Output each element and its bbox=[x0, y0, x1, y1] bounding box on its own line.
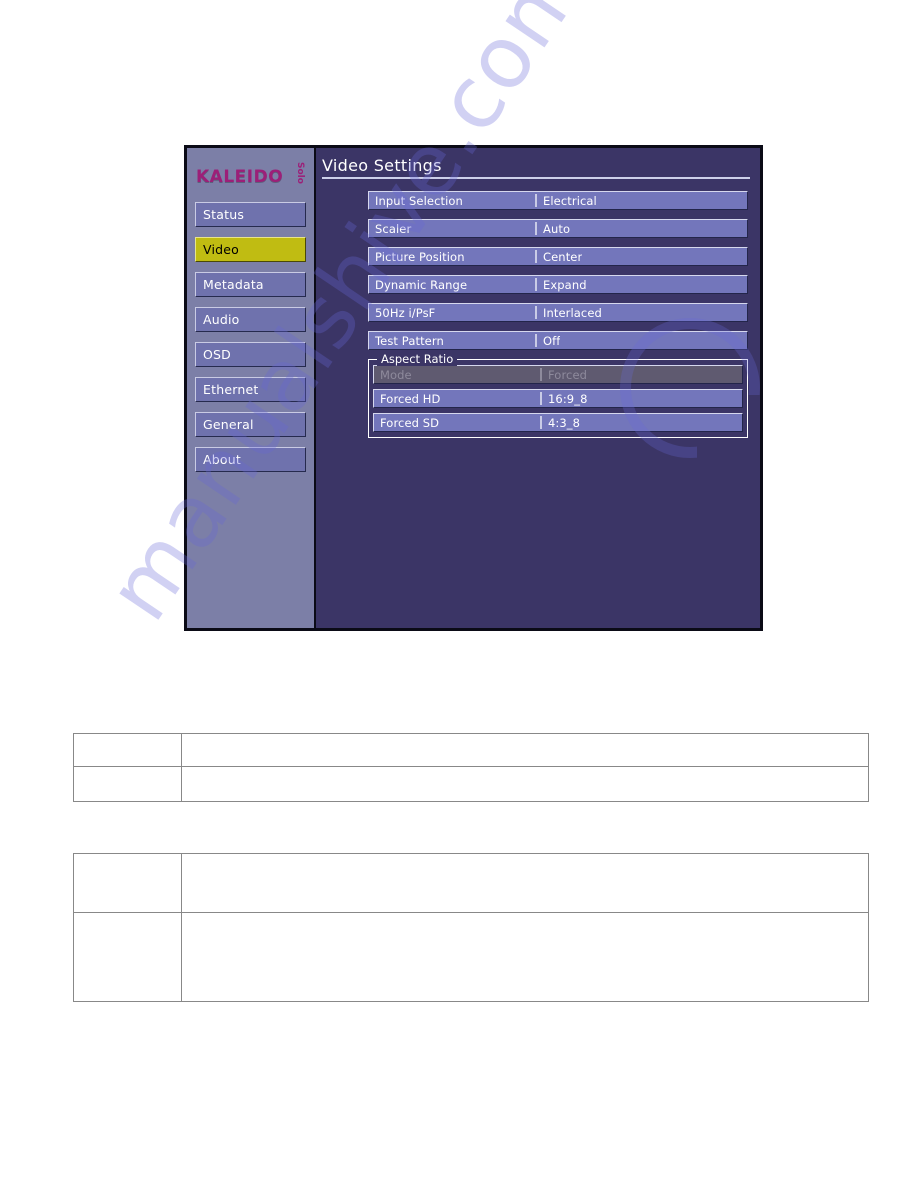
field-test-pattern[interactable]: Test Pattern Off bbox=[368, 331, 748, 350]
sidebar-item-label: Metadata bbox=[203, 277, 264, 292]
field-value: Interlaced bbox=[543, 305, 602, 320]
sidebar-item-label: Status bbox=[203, 207, 245, 222]
table-cell bbox=[73, 853, 182, 913]
table-row bbox=[73, 912, 870, 1002]
sidebar-item-label: About bbox=[203, 452, 241, 467]
sidebar-item-status[interactable]: Status bbox=[195, 202, 306, 227]
field-value: 16:9_8 bbox=[548, 391, 588, 406]
field-picture-position[interactable]: Picture Position Center bbox=[368, 247, 748, 266]
sidebar-item-label: OSD bbox=[203, 347, 231, 362]
sidebar-item-ethernet[interactable]: Ethernet bbox=[195, 377, 306, 402]
sidebar-item-audio[interactable]: Audio bbox=[195, 307, 306, 332]
table-cell bbox=[180, 733, 870, 767]
field-value: Center bbox=[543, 249, 583, 264]
settings-field-list: Input Selection Electrical Scaler Auto P… bbox=[316, 191, 760, 350]
sidebar-item-osd[interactable]: OSD bbox=[195, 342, 306, 367]
content-pane: Video Settings Input Selection Electrica… bbox=[314, 148, 760, 628]
field-label: Dynamic Range bbox=[375, 277, 468, 292]
table-cell bbox=[73, 766, 182, 802]
brand-submark: Solo bbox=[295, 162, 305, 184]
sidebar-item-metadata[interactable]: Metadata bbox=[195, 272, 306, 297]
field-value: 4:3_8 bbox=[548, 415, 581, 430]
title-divider bbox=[322, 177, 750, 179]
field-value: Off bbox=[543, 333, 561, 348]
sidebar-nav: Status Video Metadata Audio OSD Ethernet… bbox=[187, 202, 314, 472]
table-cell bbox=[180, 766, 870, 802]
device-screenshot-panel: KALEIDO Solo Status Video Metadata Audio… bbox=[184, 145, 763, 631]
table-cell bbox=[73, 912, 182, 1002]
field-label: 50Hz i/PsF bbox=[375, 305, 436, 320]
table-row bbox=[73, 733, 870, 767]
table-cell bbox=[73, 733, 182, 767]
field-label: Forced HD bbox=[380, 391, 441, 406]
table-cell bbox=[180, 853, 870, 913]
sidebar-item-general[interactable]: General bbox=[195, 412, 306, 437]
field-label: Forced SD bbox=[380, 415, 440, 430]
field-dynamic-range[interactable]: Dynamic Range Expand bbox=[368, 275, 748, 294]
sidebar-item-about[interactable]: About bbox=[195, 447, 306, 472]
sidebar-item-label: Video bbox=[203, 242, 240, 257]
field-label: Picture Position bbox=[375, 249, 465, 264]
sidebar-item-label: Ethernet bbox=[203, 382, 259, 397]
field-label: Test Pattern bbox=[375, 333, 444, 348]
document-table-one bbox=[73, 733, 870, 802]
brand-wordmark: KALEIDO bbox=[196, 167, 284, 187]
brand-logo: KALEIDO Solo bbox=[187, 148, 314, 202]
sidebar-item-label: General bbox=[203, 417, 254, 432]
aspect-ratio-group: Aspect Ratio Mode Forced Forced HD 16:9_… bbox=[368, 352, 748, 438]
page-title: Video Settings bbox=[322, 156, 442, 175]
field-value: Expand bbox=[543, 277, 587, 292]
table-row bbox=[73, 853, 870, 913]
field-forced-hd[interactable]: Forced HD 16:9_8 bbox=[373, 389, 743, 408]
field-forced-sd[interactable]: Forced SD 4:3_8 bbox=[373, 413, 743, 432]
field-value: Electrical bbox=[543, 193, 597, 208]
sidebar-item-label: Audio bbox=[203, 312, 240, 327]
field-value: Auto bbox=[543, 221, 571, 236]
field-aspect-mode: Mode Forced bbox=[373, 365, 743, 384]
field-input-selection[interactable]: Input Selection Electrical bbox=[368, 191, 748, 210]
aspect-ratio-legend: Aspect Ratio bbox=[377, 352, 458, 366]
field-label: Mode bbox=[380, 367, 412, 382]
sidebar-item-video[interactable]: Video bbox=[195, 237, 306, 262]
field-50hz-i-psf[interactable]: 50Hz i/PsF Interlaced bbox=[368, 303, 748, 322]
table-cell bbox=[180, 912, 870, 1002]
table-row bbox=[73, 766, 870, 802]
field-scaler[interactable]: Scaler Auto bbox=[368, 219, 748, 238]
document-table-two bbox=[73, 853, 870, 1002]
field-label: Input Selection bbox=[375, 193, 463, 208]
sidebar: KALEIDO Solo Status Video Metadata Audio… bbox=[187, 148, 314, 628]
field-label: Scaler bbox=[375, 221, 412, 236]
field-value: Forced bbox=[548, 367, 588, 382]
